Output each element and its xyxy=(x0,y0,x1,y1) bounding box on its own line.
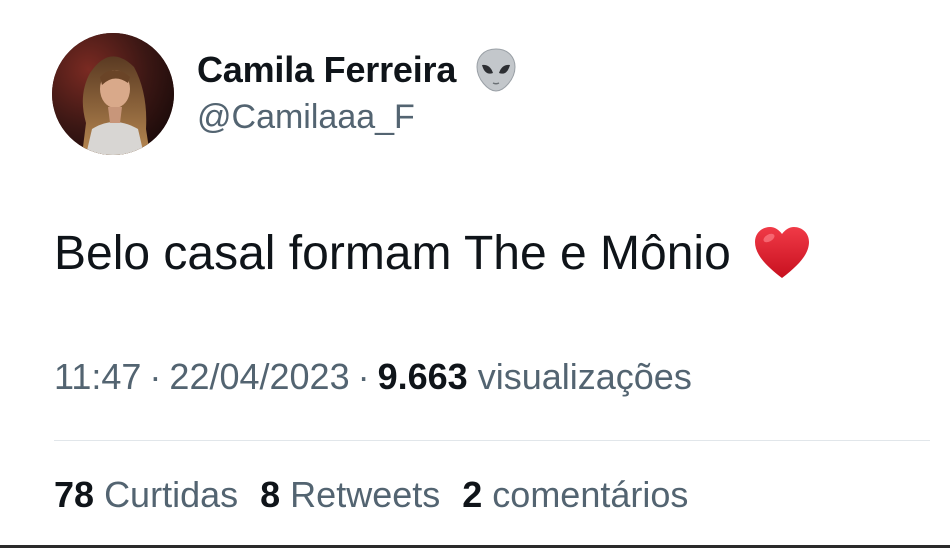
tweet-meta: 11:47 · 22/04/2023 · 9.663 visualizações xyxy=(54,356,692,398)
comments-label: comentários xyxy=(492,474,689,515)
likes-stat[interactable]: 78 Curtidas xyxy=(54,474,238,515)
views-count: 9.663 xyxy=(377,356,468,397)
retweets-stat[interactable]: 8 Retweets xyxy=(260,474,440,515)
meta-separator: · xyxy=(149,356,162,397)
retweets-label: Retweets xyxy=(290,474,441,515)
tweet-time[interactable]: 11:47 xyxy=(54,356,141,397)
divider xyxy=(54,440,930,441)
tweet-date[interactable]: 22/04/2023 xyxy=(169,356,349,397)
tweet-stats: 78 Curtidas 8 Retweets 2 comentários xyxy=(54,474,688,516)
tweet-body: Belo casal formam The e Mônio xyxy=(54,221,811,285)
author-name-row: Camila Ferreira xyxy=(197,44,520,96)
likes-count: 78 xyxy=(54,474,95,515)
author-display-name[interactable]: Camila Ferreira xyxy=(197,49,456,91)
tweet-card: Camila Ferreira @Camilaaa_F Belo casal f… xyxy=(0,0,950,548)
retweets-count: 8 xyxy=(260,474,281,515)
red-heart-icon xyxy=(753,225,811,281)
comments-stat[interactable]: 2 comentários xyxy=(462,474,688,515)
likes-label: Curtidas xyxy=(104,474,239,515)
comments-count: 2 xyxy=(462,474,483,515)
alien-icon xyxy=(472,46,520,94)
tweet-text: Belo casal formam The e Mônio xyxy=(54,226,731,280)
author-handle[interactable]: @Camilaaa_F xyxy=(197,98,415,137)
avatar-photo xyxy=(52,33,174,155)
meta-separator: · xyxy=(357,356,370,397)
avatar[interactable] xyxy=(52,33,174,155)
views-label: visualizações xyxy=(477,356,692,397)
